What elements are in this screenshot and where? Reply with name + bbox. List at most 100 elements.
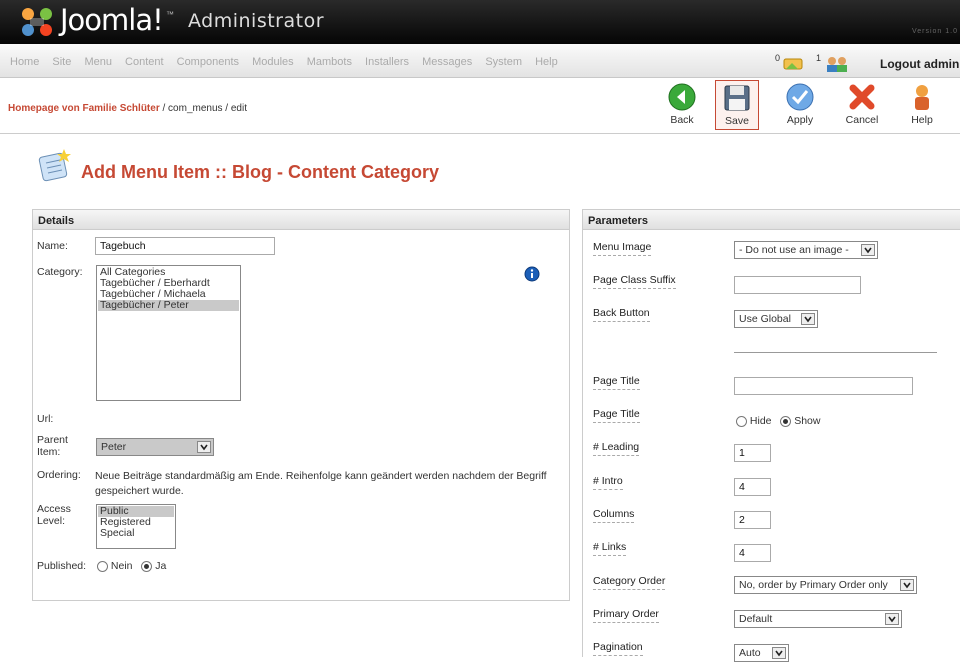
menu-installers[interactable]: Installers — [365, 56, 409, 68]
leading-label: # Leading — [593, 441, 640, 456]
save-button[interactable]: Save — [715, 80, 759, 130]
url-label: Url: — [37, 413, 54, 425]
category-option-selected[interactable]: Tagebücher / Peter — [98, 300, 239, 311]
details-heading: Details — [33, 210, 569, 230]
parameters-heading: Parameters — [583, 210, 960, 230]
name-input[interactable] — [95, 237, 275, 255]
logo-administrator: Administrator — [188, 10, 325, 32]
page-title-radio-group: Hide Show — [736, 415, 820, 427]
published-label: Published: — [37, 560, 87, 572]
category-order-label: Category Order — [593, 575, 666, 590]
info-icon[interactable] — [524, 266, 540, 285]
apply-button[interactable]: Apply — [778, 80, 822, 130]
chevron-down-icon — [885, 613, 899, 625]
name-label: Name: — [37, 240, 68, 252]
links-input[interactable] — [734, 544, 771, 562]
menu-help[interactable]: Help — [535, 56, 558, 68]
menu-site[interactable]: Site — [52, 56, 71, 68]
separator-line — [734, 352, 937, 353]
status-area: 0 1 Logout admin — [760, 52, 960, 72]
logo-trademark: ™ — [166, 10, 174, 19]
category-listbox[interactable]: All Categories Tagebücher / Eberhardt Ta… — [96, 265, 241, 401]
published-yes-radio[interactable] — [141, 560, 153, 572]
menu-modules[interactable]: Modules — [252, 56, 294, 68]
leading-input[interactable] — [734, 444, 771, 462]
parameters-panel: Parameters Menu Image - Do not use an im… — [582, 209, 960, 662]
primary-order-select[interactable]: Default — [734, 610, 902, 628]
links-label: # Links — [593, 541, 627, 556]
menu-content[interactable]: Content — [125, 56, 164, 68]
chevron-down-icon — [801, 313, 815, 325]
breadcrumb: Homepage von Familie Schlüter / com_menu… — [8, 103, 247, 114]
pagination-select[interactable]: Auto — [734, 644, 789, 662]
access-level-label: Access Level: — [37, 503, 71, 527]
category-order-select[interactable]: No, order by Primary Order only — [734, 576, 917, 594]
parent-item-label: Parent Item: — [37, 434, 68, 458]
joomla-logo-icon — [18, 6, 56, 41]
breadcrumb-home-link[interactable]: Homepage von Familie Schlüter — [8, 103, 160, 114]
toolbar-row: Homepage von Familie Schlüter / com_menu… — [0, 79, 960, 134]
breadcrumb-path: / com_menus / edit — [159, 103, 247, 114]
details-panel: Details Name: Category: All Categories T… — [32, 209, 570, 601]
messages-count: 0 — [775, 53, 781, 63]
page-title-show-label: Show — [794, 415, 821, 427]
main-menu: Home Site Menu Content Components Module… — [10, 56, 568, 68]
access-option[interactable]: Special — [98, 528, 174, 539]
page-class-suffix-label: Page Class Suffix — [593, 274, 676, 289]
chevron-down-icon — [197, 441, 211, 453]
page-title-show-radio[interactable] — [780, 415, 792, 427]
published-no-radio[interactable] — [97, 560, 108, 572]
back-arrow-icon — [668, 83, 696, 111]
back-button[interactable]: Back — [660, 80, 704, 130]
ordering-label: Ordering: — [37, 469, 81, 481]
floppy-disk-icon — [724, 85, 750, 111]
help-person-icon — [915, 85, 929, 110]
published-radio-group: Nein Ja — [97, 560, 166, 572]
menu-image-label: Menu Image — [593, 241, 652, 256]
cancel-x-icon — [849, 84, 875, 110]
parent-item-select[interactable]: Peter — [96, 438, 214, 456]
back-button-label: Back Button — [593, 307, 650, 322]
chevron-down-icon — [861, 244, 875, 256]
page-title-hide-label: Hide — [749, 415, 772, 427]
logout-link[interactable]: Logout admin — [880, 57, 959, 71]
published-no-label: Nein — [110, 560, 133, 572]
messages-icon[interactable] — [782, 57, 808, 74]
back-button-select[interactable]: Use Global — [734, 310, 818, 328]
page-title-hide-radio[interactable] — [736, 415, 747, 427]
main-menu-bar: Home Site Menu Content Components Module… — [0, 44, 960, 78]
intro-input[interactable] — [734, 478, 771, 496]
columns-input[interactable] — [734, 511, 771, 529]
menu-home[interactable]: Home — [10, 56, 39, 68]
logo-wordmark: Joomla! — [60, 3, 164, 37]
page-title-input[interactable] — [734, 377, 913, 395]
menu-system[interactable]: System — [485, 56, 522, 68]
columns-label: Columns — [593, 508, 635, 523]
check-icon — [786, 83, 814, 111]
menu-mambots[interactable]: Mambots — [307, 56, 352, 68]
online-users-icon[interactable] — [824, 56, 850, 75]
primary-order-label: Primary Order — [593, 608, 659, 623]
version-text: Version 1.0 — [911, 28, 958, 35]
ordering-text: Neue Beiträge standardmäßig am Ende. Rei… — [95, 470, 547, 497]
access-level-listbox[interactable]: Public Registered Special — [96, 504, 176, 549]
category-label: Category: — [37, 266, 83, 278]
page-title-visibility-label: Page Title — [593, 408, 640, 423]
cancel-button[interactable]: Cancel — [840, 80, 884, 130]
users-count: 1 — [816, 53, 822, 63]
chevron-down-icon — [900, 579, 914, 591]
menu-menu[interactable]: Menu — [84, 56, 112, 68]
published-yes-label: Ja — [155, 560, 167, 572]
chevron-down-icon — [772, 647, 786, 659]
help-button[interactable]: Help — [900, 80, 944, 130]
menu-item-page-icon — [36, 147, 72, 186]
pagination-label: Pagination — [593, 641, 643, 656]
intro-label: # Intro — [593, 475, 623, 490]
header-bar: Joomla! ™ Administrator Version 1.0 — [0, 0, 960, 44]
menu-messages[interactable]: Messages — [422, 56, 472, 68]
page-title-label: Page Title — [593, 375, 640, 390]
page-class-suffix-input[interactable] — [734, 276, 861, 294]
menu-components[interactable]: Components — [177, 56, 239, 68]
menu-image-select[interactable]: - Do not use an image - — [734, 241, 878, 259]
page-title: Add Menu Item :: Blog - Content Category — [81, 162, 439, 182]
